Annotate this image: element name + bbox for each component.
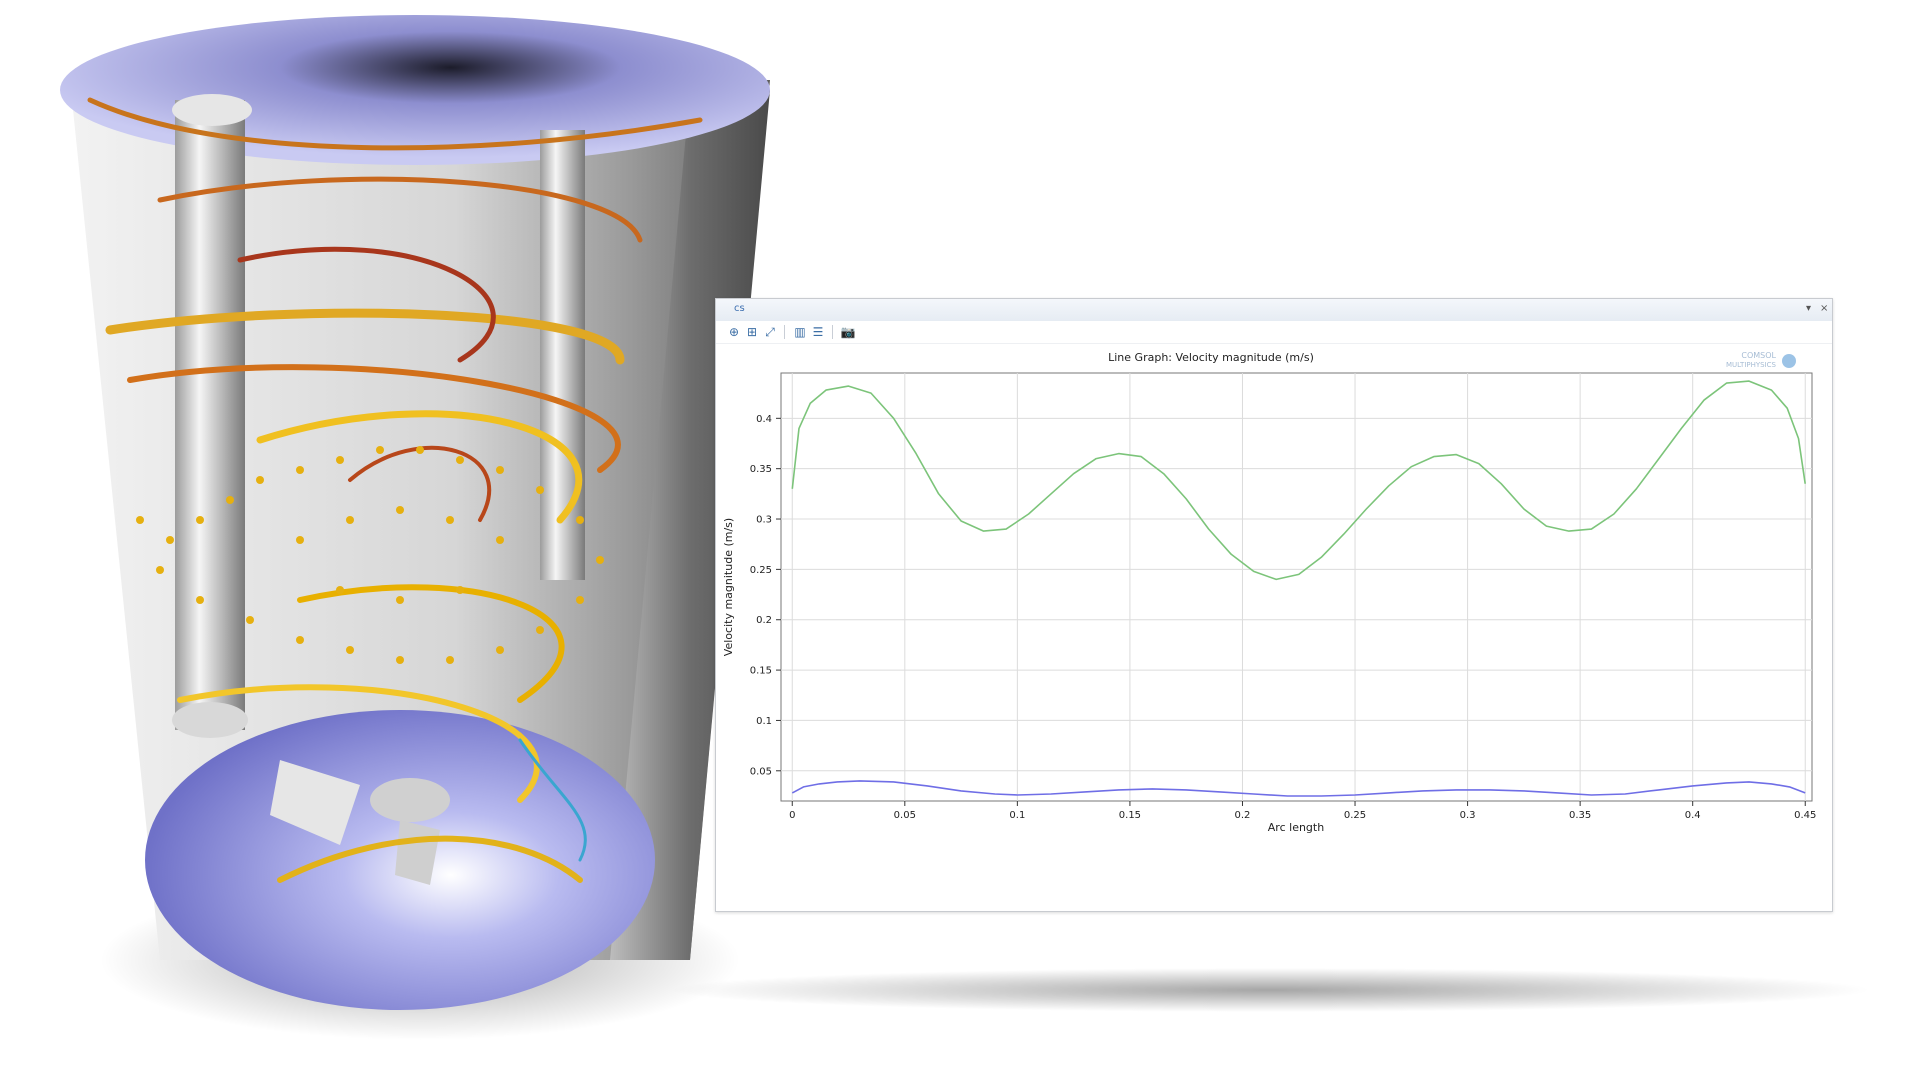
y-tick-label: 0.25 (750, 565, 772, 576)
line-graph-chart: Line Graph: Velocity magnitude (m/s) COM… (722, 351, 1817, 834)
x-tick-label: 0.05 (894, 810, 916, 821)
logo-globe-icon (1782, 354, 1796, 368)
y-tick-label: 0.05 (750, 766, 772, 777)
x-tick-label: 0.3 (1460, 810, 1476, 821)
x-axis-label: Arc length (1268, 821, 1324, 834)
plot-area (780, 372, 1813, 802)
y-axis-label: Velocity magnitude (m/s) (722, 518, 735, 656)
x-tick-label: 0.4 (1685, 810, 1701, 821)
x-tick-label: 0 (789, 810, 795, 821)
x-tick-label: 0.15 (1119, 810, 1141, 821)
series-layer (791, 380, 1806, 797)
chart-title: Line Graph: Velocity magnitude (m/s) (1108, 351, 1314, 364)
zoom-in-icon[interactable]: ⊕ (726, 324, 742, 340)
pin-dropdown-icon[interactable]: ▾ (1806, 302, 1811, 316)
toolbar-separator (832, 325, 833, 339)
x-tick-label: 0.2 (1235, 810, 1251, 821)
x-tick-label: 0.1 (1009, 810, 1025, 821)
y-tick-label: 0.3 (756, 515, 772, 526)
x-tick-label: 0.45 (1794, 810, 1816, 821)
grid-icon[interactable]: ▥ (792, 324, 808, 340)
legend-icon[interactable]: ☰ (810, 324, 826, 340)
plot-window: cs ▾ × ⊕ ⊞ ⤢ ▥ ☰ 📷 Line Graph: Velocity … (715, 298, 1833, 912)
y-tick-label: 0.2 (756, 615, 772, 626)
x-tick-label: 0.25 (1344, 810, 1366, 821)
y-tick-label: 0.15 (750, 666, 772, 677)
y-tick-label: 0.35 (750, 464, 772, 475)
window-titlebar: cs ▾ × (716, 299, 1832, 322)
y-tick-label: 0.4 (756, 414, 772, 425)
window-title: cs (734, 303, 745, 314)
logo-line1: COMSOL (1741, 351, 1776, 360)
toolbar-separator (784, 325, 785, 339)
tick-layer: 0 0.05 0.1 0.15 0.2 0.25 0.3 0.35 0.4 0.45 0.05 0.1… (750, 414, 1817, 821)
velocity-series-lower-line (791, 780, 1806, 797)
y-tick-label: 0.1 (756, 716, 772, 727)
velocity-series-upper-line (791, 380, 1806, 581)
zoom-extents-icon[interactable]: ⤢ (762, 324, 778, 340)
camera-icon[interactable]: 📷 (840, 324, 856, 340)
grid-layer (781, 373, 1812, 801)
logo-line2: MULTIPHYSICS (1726, 361, 1777, 369)
comsol-logo: COMSOL MULTIPHYSICS (1726, 351, 1796, 369)
x-tick-label: 0.35 (1569, 810, 1591, 821)
close-icon[interactable]: × (1820, 302, 1828, 316)
zoom-box-icon[interactable]: ⊞ (744, 324, 760, 340)
plot-toolbar: ⊕ ⊞ ⤢ ▥ ☰ 📷 (716, 321, 1832, 344)
